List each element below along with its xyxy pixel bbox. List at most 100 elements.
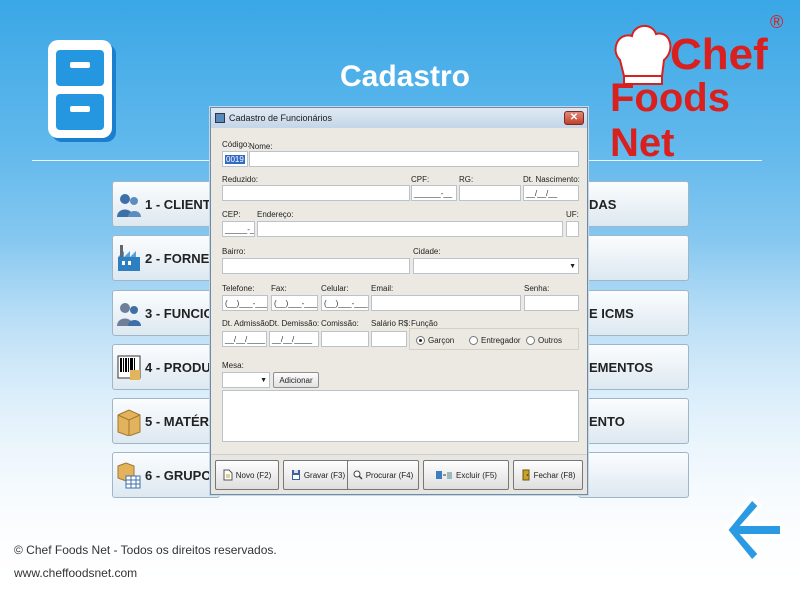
boxes-icon — [117, 462, 141, 489]
procurar-button[interactable]: Procurar (F4) — [347, 460, 419, 490]
mesa-list[interactable] — [222, 390, 579, 442]
footer-copyright: © Chef Foods Net - Todos os direitos res… — [14, 543, 277, 557]
mesa-select[interactable]: ▼ — [222, 372, 270, 388]
procurar-label: Procurar (F4) — [365, 470, 414, 480]
mesa-label: Mesa: — [222, 361, 244, 370]
senha-field[interactable] — [524, 295, 579, 311]
nascimento-field[interactable]: __/__/__ — [523, 185, 579, 201]
menu-right-button-4[interactable]: EMENTOS — [578, 344, 689, 390]
exit-door-icon — [522, 469, 530, 481]
radio-label: Entregador — [481, 336, 521, 345]
admissao-field[interactable]: __/__/____ — [222, 331, 267, 347]
celular-label: Celular: — [321, 284, 349, 293]
gravar-label: Gravar (F3) — [303, 470, 346, 480]
menu-label: E ICMS — [589, 305, 634, 321]
cep-field[interactable]: _____-___ — [222, 221, 255, 237]
codigo-field[interactable]: 0019 — [222, 151, 248, 167]
menu-materia-prima-button[interactable]: 5 - MATÉRIA F — [112, 398, 220, 444]
cep-label: CEP: — [222, 210, 241, 219]
employee-dialog: Cadastro de Funcionários ✕ Código: Nome:… — [210, 107, 588, 495]
fechar-button[interactable]: Fechar (F8) — [513, 460, 583, 490]
senha-label: Senha: — [524, 284, 550, 293]
uf-field[interactable] — [566, 221, 579, 237]
cidade-label: Cidade: — [413, 247, 441, 256]
dialog-titlebar[interactable]: Cadastro de Funcionários — [211, 108, 587, 128]
menu-right-button-3[interactable]: E ICMS — [578, 290, 689, 336]
menu-label: 5 - MATÉRIA F — [145, 413, 220, 429]
celular-field[interactable]: (__)___-___ — [321, 295, 369, 311]
menu-right-button-5[interactable]: ENTO — [578, 398, 689, 444]
chevron-down-icon: ▼ — [260, 377, 267, 384]
radio-label: Outros — [538, 336, 563, 345]
nascimento-label: Dt. Nascimento: — [523, 175, 580, 184]
reduzido-label: Reduzido: — [222, 175, 259, 184]
menu-label: EMENTOS — [589, 359, 654, 375]
back-arrow-icon[interactable] — [722, 494, 786, 566]
comissao-label: Comissão: — [321, 319, 359, 328]
menu-label: 1 - CLIENTES — [145, 196, 220, 212]
brand-foodsnet: Foods Net — [610, 76, 730, 165]
menu-funcionarios-button[interactable]: 3 - FUNCIONÁ — [112, 290, 220, 336]
chevron-down-icon: ▼ — [569, 263, 576, 270]
admissao-label: Dt. Admissão: — [222, 319, 272, 328]
menu-fornecedores-button[interactable]: 2 - FORNECED — [112, 235, 220, 281]
radio-label: Garçon — [428, 336, 455, 345]
menu-produtos-button[interactable]: 4 - PRODUTO — [112, 344, 220, 390]
users-icon — [117, 194, 141, 217]
menu-right-button-2[interactable] — [578, 235, 689, 281]
radio-dot — [416, 336, 425, 345]
fax-label: Fax: — [271, 284, 287, 293]
rg-field[interactable] — [459, 185, 521, 201]
email-field[interactable] — [371, 295, 521, 311]
rg-label: RG: — [459, 175, 474, 184]
funcao-radio-entregador[interactable]: Entregador — [469, 336, 521, 345]
menu-grupos-button[interactable]: 6 - GRUPOS — [112, 452, 220, 498]
gravar-button[interactable]: Gravar (F3) — [283, 460, 353, 490]
close-button[interactable]: ✕ — [564, 111, 584, 125]
funcao-radio-outros[interactable]: Outros — [526, 336, 562, 345]
menu-label: ENTO — [589, 413, 625, 429]
search-icon — [353, 470, 363, 480]
menu-clientes-button[interactable]: 1 - CLIENTES — [112, 181, 220, 227]
box-icon — [117, 409, 141, 436]
brand-registered: ® — [770, 12, 784, 32]
demissao-label: Dt. Demissão: — [269, 319, 320, 328]
bairro-field[interactable] — [222, 258, 410, 274]
cpf-field[interactable]: ______-__ — [411, 185, 457, 201]
delete-icon — [436, 471, 453, 479]
menu-label: 4 - PRODUTO — [145, 359, 219, 375]
comissao-field[interactable] — [321, 331, 369, 347]
telefone-label: Telefone: — [222, 284, 255, 293]
radio-dot — [526, 336, 535, 345]
nome-field[interactable] — [249, 151, 579, 167]
demissao-field[interactable]: __/__/____ — [269, 331, 319, 347]
telefone-field[interactable]: (__)___-___ — [222, 295, 268, 311]
bairro-label: Bairro: — [222, 247, 246, 256]
funcao-radio-garcon[interactable]: Garçon — [416, 336, 454, 345]
footer-url[interactable]: www.cheffoodsnet.com — [14, 566, 137, 580]
menu-label: 6 - GRUPOS — [145, 467, 220, 483]
menu-label: 3 - FUNCIONÁ — [145, 305, 219, 321]
fechar-label: Fechar (F8) — [533, 470, 576, 480]
dialog-title: Cadastro de Funcionários — [229, 113, 333, 123]
novo-label: Novo (F2) — [235, 470, 272, 480]
dialog-toolbar: Novo (F2) Gravar (F3) Procurar (F4) Excl… — [211, 454, 587, 494]
page-title: Cadastro — [339, 60, 471, 93]
menu-label: 2 - FORNECED — [145, 250, 219, 266]
brand-chef: Chef — [670, 30, 768, 79]
endereco-label: Endereço: — [257, 210, 294, 219]
reduzido-field[interactable] — [222, 185, 410, 201]
brand-logo: Chef Foods Net ® — [610, 12, 790, 165]
endereco-field[interactable] — [257, 221, 563, 237]
adicionar-button[interactable]: Adicionar — [273, 372, 319, 388]
salario-field[interactable] — [371, 331, 407, 347]
cidade-select[interactable]: ▼ — [413, 258, 579, 274]
barcode-icon — [117, 355, 141, 380]
novo-button[interactable]: Novo (F2) — [215, 460, 279, 490]
menu-right-button-1[interactable]: DAS — [578, 181, 689, 227]
codigo-value: 0019 — [225, 155, 245, 164]
nome-label: Nome: — [249, 142, 273, 151]
excluir-button[interactable]: Excluir (F5) — [423, 460, 509, 490]
menu-right-button-6[interactable] — [578, 452, 689, 498]
fax-field[interactable]: (__)___-___ — [271, 295, 318, 311]
